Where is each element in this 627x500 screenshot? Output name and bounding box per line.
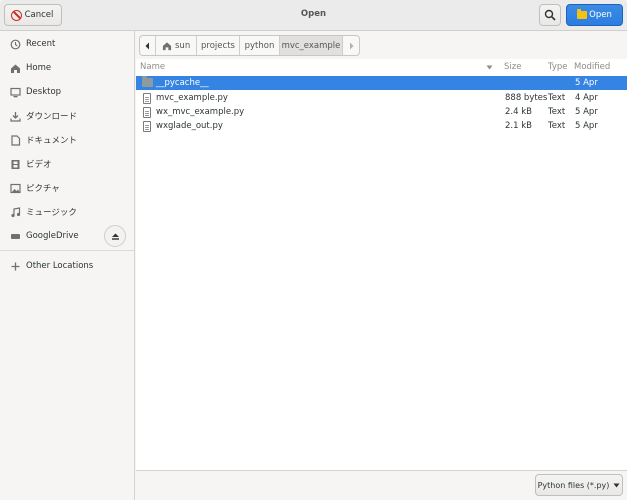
sidebar-item-pictures[interactable]: ピクチャ — [0, 176, 134, 200]
column-name-header[interactable]: Name — [140, 62, 165, 72]
sidebar-item-label: Desktop — [26, 87, 62, 97]
path-segment-label: sun — [175, 40, 191, 51]
sidebar-item-downloads[interactable]: ダウンロード — [0, 104, 134, 128]
path-segment-label: python — [244, 40, 275, 51]
search-icon — [544, 9, 556, 21]
path-segment-python[interactable]: python — [240, 36, 280, 55]
eject-icon — [111, 233, 119, 240]
file-size: 2.1 kB — [505, 121, 532, 131]
file-name: mvc_example.py — [156, 93, 228, 103]
file-name: wx_mvc_example.py — [156, 107, 245, 117]
file-type: Text — [548, 121, 566, 131]
file-size: 2.4 kB — [505, 107, 532, 117]
sidebar-item-label: GoogleDrive — [26, 231, 79, 241]
sidebar-item-label: Other Locations — [26, 261, 94, 271]
text-file-icon — [143, 93, 151, 104]
file-list: Name Size Type Modified __pycache__ 5 Ap… — [136, 59, 627, 470]
text-file-icon — [143, 121, 151, 132]
file-size: 888 bytes — [505, 93, 548, 103]
file-filter-label: Python files (*.py) — [537, 480, 610, 490]
file-modified: 5 Apr — [575, 121, 598, 131]
path-back-button[interactable] — [140, 36, 156, 55]
plus-icon — [10, 261, 21, 272]
column-header: Name Size Type Modified — [136, 59, 627, 75]
places-sidebar: Recent Home Desktop ダウンロード ドキュメント ビデオ ピク… — [0, 31, 135, 500]
file-name: __pycache__ — [156, 78, 209, 88]
file-row[interactable]: wx_mvc_example.py 2.4 kB Text 5 Apr — [136, 105, 627, 119]
path-segment-mvc-example[interactable]: mvc_example — [280, 36, 343, 55]
file-modified: 5 Apr — [575, 78, 598, 88]
eject-button[interactable] — [104, 225, 126, 247]
desktop-icon — [10, 87, 21, 98]
folder-icon — [577, 9, 588, 19]
chevron-down-icon — [613, 483, 620, 487]
path-segment-sun[interactable]: sun — [156, 36, 197, 55]
music-icon — [10, 206, 21, 218]
home-icon — [10, 63, 21, 74]
file-row[interactable]: mvc_example.py 888 bytes Text 4 Apr — [136, 91, 627, 105]
file-filter-dropdown[interactable]: Python files (*.py) — [535, 474, 623, 496]
column-modified-header[interactable]: Modified — [574, 62, 610, 72]
column-type-header[interactable]: Type — [548, 62, 568, 72]
file-modified: 4 Apr — [575, 93, 598, 103]
sidebar-item-desktop[interactable]: Desktop — [0, 80, 134, 104]
video-icon — [10, 159, 21, 170]
document-icon — [10, 134, 21, 146]
sidebar-item-label: ミュージック — [26, 208, 77, 218]
sidebar-item-other-locations[interactable]: Other Locations — [0, 254, 134, 278]
sidebar-item-googledrive[interactable]: GoogleDrive — [0, 224, 134, 248]
home-icon — [162, 41, 172, 50]
sidebar-item-music[interactable]: ミュージック — [0, 200, 134, 224]
dialog-title: Open — [300, 9, 327, 19]
sidebar-item-home[interactable]: Home — [0, 56, 134, 80]
file-row[interactable]: __pycache__ 5 Apr — [136, 76, 627, 90]
picture-icon — [10, 183, 21, 194]
chevron-left-icon — [145, 42, 149, 49]
file-type: Text — [548, 107, 566, 117]
column-size-header[interactable]: Size — [504, 62, 521, 72]
sidebar-item-label: Home — [26, 63, 52, 73]
sidebar-separator — [0, 250, 134, 251]
sort-down-icon — [486, 65, 493, 70]
sidebar-item-documents[interactable]: ドキュメント — [0, 128, 134, 152]
sidebar-item-label: ダウンロード — [26, 112, 78, 122]
file-name: wxglade_out.py — [156, 121, 223, 131]
sidebar-item-videos[interactable]: ビデオ — [0, 152, 134, 176]
file-row[interactable]: wxglade_out.py 2.1 kB Text 5 Apr — [136, 119, 627, 133]
header-bar: Cancel Open Open — [0, 0, 627, 31]
file-type: Text — [548, 93, 566, 103]
path-segment-projects[interactable]: projects — [197, 36, 240, 55]
path-forward-button[interactable] — [343, 36, 359, 55]
open-button[interactable]: Open — [566, 4, 623, 26]
sidebar-item-recent[interactable]: Recent — [0, 32, 134, 56]
sidebar-item-label: ピクチャ — [26, 184, 60, 194]
sidebar-item-label: Recent — [26, 39, 56, 49]
clock-icon — [10, 39, 21, 50]
footer-bar: Python files (*.py) — [136, 470, 627, 500]
path-segment-label: mvc_example — [281, 40, 341, 51]
sidebar-item-label: ドキュメント — [26, 136, 78, 146]
drive-icon — [10, 231, 21, 242]
download-icon — [10, 111, 21, 122]
sidebar-item-label: ビデオ — [26, 160, 52, 170]
chevron-right-icon — [349, 42, 353, 49]
file-modified: 5 Apr — [575, 107, 598, 117]
path-segment-label: projects — [201, 40, 235, 51]
open-label: Open — [589, 10, 612, 20]
search-button[interactable] — [539, 4, 561, 26]
folder-icon — [142, 76, 153, 87]
text-file-icon — [143, 107, 151, 118]
path-bar: sun projects python mvc_example — [139, 35, 360, 56]
